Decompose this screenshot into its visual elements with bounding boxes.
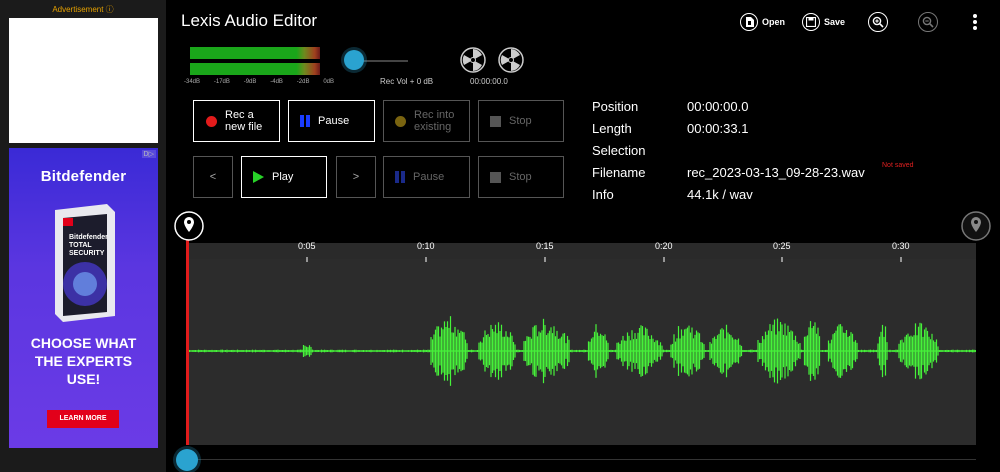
info-value: 44.1k / wav [687, 187, 753, 202]
info-label: Info [592, 187, 614, 202]
ad-headline-line3: USE! [66, 371, 101, 387]
meter-tick: -9dB [243, 79, 257, 85]
zoom-out-button[interactable] [918, 11, 938, 33]
rec-into-existing-label: Rec into existing [414, 109, 455, 133]
zoom-in-icon [868, 12, 888, 32]
play-pause-button[interactable]: Pause [383, 156, 470, 198]
rec-new-file-label: Rec a new file [225, 109, 263, 133]
play-stop-label: Stop [509, 171, 532, 183]
play-label: Play [272, 171, 294, 183]
bitdefender-logo: Bitdefender [40, 168, 127, 185]
product-name-line3: SECURITY [69, 250, 105, 257]
learn-more-button[interactable]: LEARN MORE [47, 410, 119, 428]
scroll-track [188, 459, 976, 460]
meter-tick: -4dB [270, 79, 283, 85]
ad-label: Advertisement ⓘ [52, 5, 114, 14]
rec-vol-label: Rec Vol + 0 dB [380, 77, 434, 86]
zoom-out-icon [918, 12, 938, 32]
more-options-icon[interactable] [972, 13, 978, 36]
tape-reel-left-icon [460, 47, 486, 78]
stop-icon [490, 115, 501, 127]
recording-time: 00:00:00.0 [470, 77, 508, 86]
pause-icon [300, 115, 310, 127]
app-title: Lexis Audio Editor [181, 11, 318, 30]
open-button[interactable]: Open [740, 11, 785, 33]
previous-button[interactable]: < [193, 156, 233, 198]
save-icon [802, 13, 820, 31]
tape-reel-right-icon [498, 47, 524, 78]
level-meter-left [190, 47, 320, 59]
rec-new-file-button[interactable]: Rec a new file [193, 100, 280, 142]
pause-button[interactable]: Pause [288, 100, 375, 142]
play-pause-label: Pause [413, 171, 445, 183]
ad-headline: CHOOSE WHAT THE EXPERTS USE! [9, 334, 158, 388]
next-button[interactable]: > [336, 156, 376, 198]
start-marker-icon[interactable] [174, 211, 204, 246]
stop-button[interactable]: Stop [478, 100, 564, 142]
save-button[interactable]: Save [802, 11, 845, 33]
open-file-icon [740, 13, 758, 31]
ad-placeholder [9, 18, 158, 143]
selection-label: Selection [592, 143, 646, 158]
ad-banner[interactable]: D▷ Bitdefender Bitdefender TOTAL SECURIT… [9, 148, 158, 448]
filename-value: rec_2023-03-13_09-28-23.wav [687, 165, 865, 180]
record-icon [206, 115, 217, 127]
pause-icon [395, 171, 405, 183]
product-name-line2: TOTAL [69, 242, 92, 249]
meter-tick: -2dB [296, 79, 310, 85]
position-value: 00:00:00.0 [687, 99, 749, 114]
waveform-canvas: 0-2-4-8-13-22 [188, 257, 976, 386]
product-box-image: Bitdefender TOTAL SECURITY [49, 204, 119, 322]
end-marker-icon[interactable] [961, 211, 991, 246]
pause-label: Pause [318, 115, 350, 127]
ad-choices-icon[interactable]: D▷ [141, 150, 156, 158]
play-button[interactable]: Play [241, 156, 327, 198]
position-label: Position [592, 99, 639, 114]
length-value: 00:00:33.1 [687, 121, 749, 136]
playhead-line[interactable] [186, 239, 189, 445]
meter-scale: -34dB -17dB -9dB -4dB -2dB 0dB [184, 79, 334, 85]
length-label: Length [592, 121, 632, 136]
meter-tick: -34dB [184, 79, 201, 85]
product-name-line1: Bitdefender [69, 234, 108, 241]
zoom-in-button[interactable] [868, 11, 888, 33]
open-label: Open [762, 17, 786, 27]
scroll-position-thumb[interactable] [176, 449, 198, 471]
rec-vol-slider-thumb[interactable] [344, 50, 364, 70]
stop-icon [490, 171, 501, 183]
rec-into-existing-button[interactable]: Rec into existing [383, 100, 470, 142]
not-saved-badge: Not saved [882, 162, 914, 169]
play-stop-button[interactable]: Stop [478, 156, 564, 198]
play-icon [253, 171, 264, 183]
save-label: Save [824, 17, 846, 27]
record-existing-icon [395, 115, 406, 127]
level-meter-right [190, 63, 320, 75]
meter-tick: -17dB [213, 79, 230, 85]
stop-label: Stop [509, 115, 532, 127]
ad-headline-line1: CHOOSE WHAT [30, 335, 137, 351]
filename-label: Filename [592, 165, 646, 180]
meter-tick: 0dB [323, 79, 334, 85]
ad-headline-line2: THE EXPERTS [34, 353, 133, 369]
